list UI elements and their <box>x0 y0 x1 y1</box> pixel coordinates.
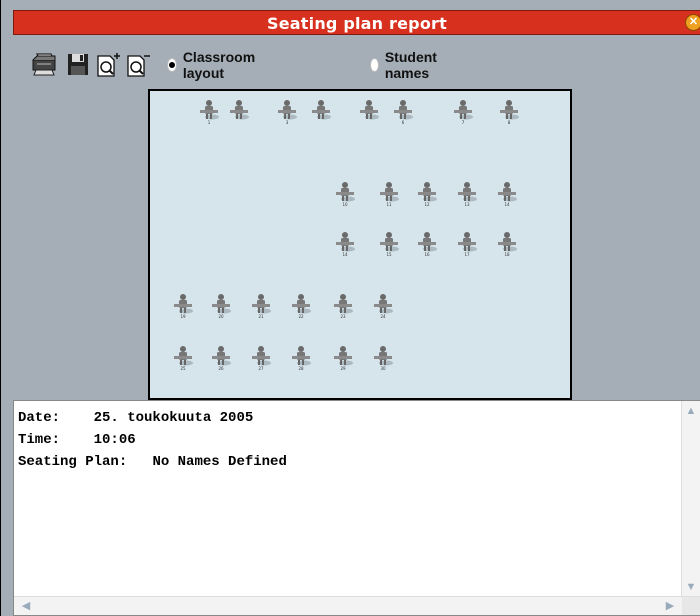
seat-number-label: 16 <box>424 252 430 257</box>
seat-number-label: 7 <box>461 120 465 125</box>
student-desk-icon[interactable] <box>310 99 332 123</box>
seat-number-label: 10 <box>342 202 348 207</box>
title-bar[interactable]: Seating plan report ✕ <box>13 10 700 35</box>
time-value: 10:06 <box>93 432 136 448</box>
zoom-out-icon[interactable] <box>125 50 151 78</box>
seat-number-label: 3 <box>285 120 289 125</box>
student-desk-icon[interactable]: 7 <box>452 99 474 125</box>
seat-number-label: 8 <box>507 120 511 125</box>
date-label: Date: <box>18 410 61 426</box>
seat-number-label: 28 <box>298 366 304 371</box>
student-desk-icon[interactable]: 20 <box>210 293 232 319</box>
seat-number-label: 12 <box>424 202 430 207</box>
seat-number-label: 1 <box>207 120 211 125</box>
seat-number-label: 27 <box>258 366 264 371</box>
horizontal-scrollbar[interactable]: ◀ ▶ <box>14 596 700 615</box>
seat-number-label: 13 <box>464 202 470 207</box>
scroll-corner <box>682 597 700 615</box>
student-desk-icon[interactable]: 6 <box>392 99 414 125</box>
seat-number-label: 25 <box>180 366 186 371</box>
student-desk-icon[interactable]: 18 <box>496 231 518 257</box>
student-desk-icon[interactable]: 1 <box>198 99 220 125</box>
radio-selected-icon <box>167 58 177 72</box>
classroom-layout-radio[interactable]: Classroom layout <box>167 49 259 81</box>
seat-number-label: 19 <box>180 314 186 319</box>
report-window: Seating plan report ✕ Classroom layout S… <box>0 0 700 616</box>
student-desk-icon[interactable]: 29 <box>332 345 354 371</box>
classroom-layout-label: Classroom layout <box>182 49 256 81</box>
student-desk-icon[interactable]: 26 <box>210 345 232 371</box>
seat-number-label: 18 <box>504 252 510 257</box>
time-label: Time: <box>18 432 61 448</box>
student-desk-icon[interactable]: 3 <box>276 99 298 125</box>
close-icon[interactable]: ✕ <box>685 14 700 31</box>
seat-number-label: 29 <box>340 366 346 371</box>
seat-number-label: 17 <box>464 252 470 257</box>
floppy-save-icon[interactable] <box>65 50 91 78</box>
scroll-right-icon[interactable]: ▶ <box>662 598 678 614</box>
student-desk-icon[interactable]: 15 <box>378 231 400 257</box>
scroll-down-icon[interactable]: ▼ <box>683 579 699 595</box>
seating-plan-label: Seating Plan: <box>18 454 128 470</box>
student-desk-icon[interactable]: 22 <box>290 293 312 319</box>
printer-icon[interactable] <box>31 50 57 78</box>
student-desk-icon[interactable]: 14 <box>496 181 518 207</box>
student-desk-icon[interactable]: 24 <box>372 293 394 319</box>
seat-number-label: 11 <box>386 202 392 207</box>
seat-number-label: 21 <box>258 314 264 319</box>
student-desk-icon[interactable]: 14 <box>334 231 356 257</box>
student-desk-icon[interactable]: 30 <box>372 345 394 371</box>
student-desk-icon[interactable]: 19 <box>172 293 194 319</box>
student-desk-icon[interactable] <box>358 99 380 123</box>
seat-number-label: 20 <box>218 314 224 319</box>
student-desk-icon[interactable]: 16 <box>416 231 438 257</box>
student-desk-icon[interactable]: 28 <box>290 345 312 371</box>
report-text-area[interactable]: Date: 25. toukokuuta 2005 Time: 10:06 Se… <box>13 400 700 616</box>
seating-plan-value: No Names Defined <box>152 454 287 470</box>
seat-number-label: 6 <box>401 120 405 125</box>
student-desk-icon[interactable]: 11 <box>378 181 400 207</box>
student-desk-icon[interactable]: 25 <box>172 345 194 371</box>
seat-number-label: 23 <box>340 314 346 319</box>
seat-number-label: 14 <box>342 252 348 257</box>
seat-number-label: 26 <box>218 366 224 371</box>
vertical-scrollbar[interactable]: ▲ ▼ <box>681 401 700 597</box>
seat-number-label: 22 <box>298 314 304 319</box>
student-names-radio[interactable]: Student names <box>370 49 442 81</box>
seat-number-label: 24 <box>380 314 386 319</box>
scroll-left-icon[interactable]: ◀ <box>18 598 34 614</box>
student-desk-icon[interactable]: 12 <box>416 181 438 207</box>
scroll-up-icon[interactable]: ▲ <box>683 403 699 419</box>
student-names-label: Student names <box>384 49 437 81</box>
classroom-layout-canvas: 1 3 6 7 8 10 11 12 13 14 14 15 16 17 18 19 20 21 22 23 24 25 2… <box>148 89 572 400</box>
student-desk-icon[interactable]: 27 <box>250 345 272 371</box>
student-desk-icon[interactable]: 21 <box>250 293 272 319</box>
student-desk-icon[interactable]: 23 <box>332 293 354 319</box>
date-value: 25. toukokuuta 2005 <box>93 410 254 426</box>
seat-number-label: 30 <box>380 366 386 371</box>
seat-number-label: 14 <box>504 202 510 207</box>
zoom-in-icon[interactable] <box>95 50 121 78</box>
report-content: Date: 25. toukokuuta 2005 Time: 10:06 Se… <box>18 407 287 473</box>
radio-unselected-icon <box>370 58 379 72</box>
window-title: Seating plan report <box>267 14 447 33</box>
student-desk-icon[interactable]: 17 <box>456 231 478 257</box>
student-desk-icon[interactable] <box>228 99 250 123</box>
student-desk-icon[interactable]: 13 <box>456 181 478 207</box>
student-desk-icon[interactable]: 8 <box>498 99 520 125</box>
seat-number-label: 15 <box>386 252 392 257</box>
student-desk-icon[interactable]: 10 <box>334 181 356 207</box>
